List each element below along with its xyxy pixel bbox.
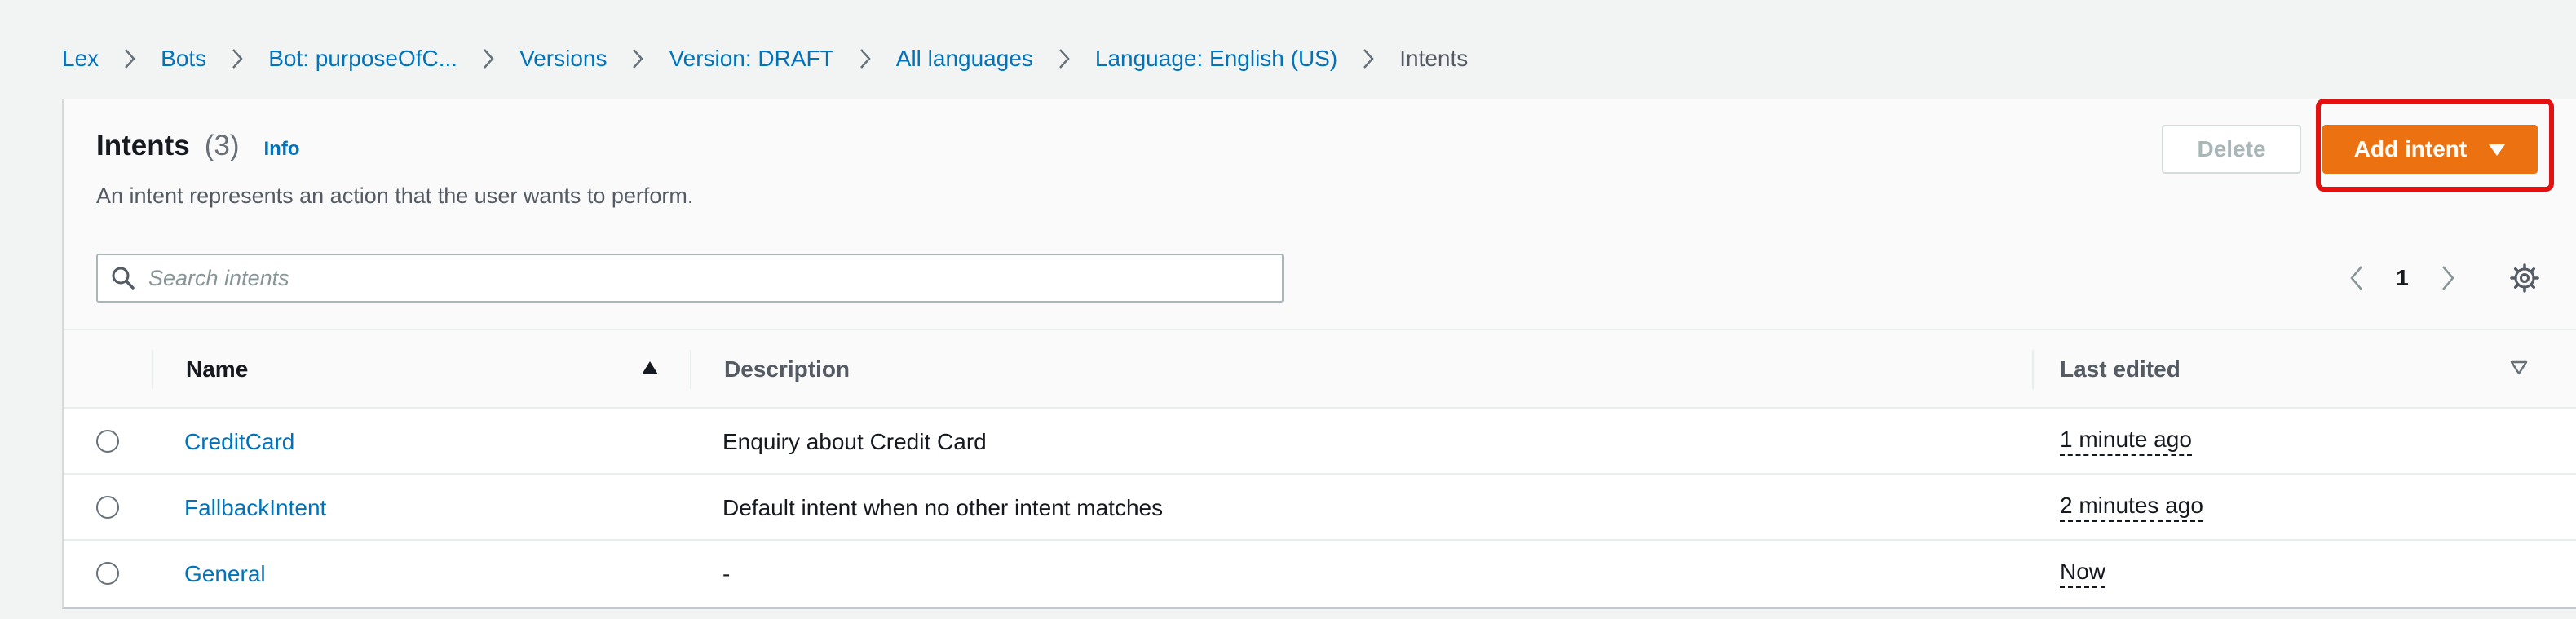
column-divider xyxy=(2032,350,2034,389)
breadcrumb-versions[interactable]: Versions xyxy=(519,46,607,72)
intent-last-edited: Now xyxy=(2060,541,2106,607)
breadcrumb: Lex Bots Bot: purposeOfC... Versions Ver… xyxy=(62,42,1468,75)
page-description: An intent represents an action that the … xyxy=(96,183,694,208)
chevron-right-icon xyxy=(457,47,519,70)
chevron-right-icon xyxy=(1033,47,1095,70)
column-divider xyxy=(690,350,691,389)
row-radio[interactable] xyxy=(96,430,119,453)
search-input[interactable] xyxy=(148,265,1282,291)
intent-name-link[interactable]: FallbackIntent xyxy=(184,475,326,541)
table-header: Name Description Last edited xyxy=(64,329,2576,409)
breadcrumb-version[interactable]: Version: DRAFT xyxy=(669,46,833,72)
intents-panel: Intents (3) Info An intent represents an… xyxy=(62,99,2576,609)
column-header-name[interactable]: Name xyxy=(186,330,248,409)
table-row[interactable]: General - Now xyxy=(64,541,2576,607)
breadcrumb-bot[interactable]: Bot: purposeOfC... xyxy=(268,46,457,72)
intent-count: (3) xyxy=(204,130,240,161)
row-radio[interactable] xyxy=(96,496,119,519)
breadcrumb-language[interactable]: Language: English (US) xyxy=(1095,46,1337,72)
caret-down-icon xyxy=(2488,136,2506,162)
gear-icon[interactable] xyxy=(2505,259,2544,298)
breadcrumb-lex[interactable]: Lex xyxy=(62,46,99,72)
search-icon xyxy=(98,266,148,290)
chevron-right-icon xyxy=(99,47,161,70)
chevron-right-icon xyxy=(834,47,896,70)
info-link[interactable]: Info xyxy=(264,138,300,161)
current-page-number[interactable]: 1 xyxy=(2383,265,2422,291)
page-title: Intents xyxy=(96,130,190,161)
intent-description: - xyxy=(722,560,731,586)
intent-last-edited: 1 minute ago xyxy=(2060,409,2192,475)
column-header-description[interactable]: Description xyxy=(724,330,850,409)
column-divider xyxy=(152,350,153,389)
sort-descending-icon[interactable] xyxy=(2510,360,2528,380)
sort-ascending-icon[interactable] xyxy=(641,360,659,380)
breadcrumb-all-languages[interactable]: All languages xyxy=(896,46,1033,72)
search-box xyxy=(96,254,1284,303)
last-edited-text: 1 minute ago xyxy=(2060,427,2192,456)
intent-last-edited: 2 minutes ago xyxy=(2060,475,2203,541)
column-header-last-edited[interactable]: Last edited xyxy=(2060,330,2181,409)
intent-description: Default intent when no other intent matc… xyxy=(722,494,1164,520)
next-page-button[interactable] xyxy=(2422,265,2474,291)
panel-header: Intents (3) Info An intent represents an… xyxy=(64,99,2576,329)
breadcrumb-intents: Intents xyxy=(1399,46,1469,71)
pagination: 1 xyxy=(2331,259,2474,298)
chevron-right-icon xyxy=(607,47,669,70)
delete-button[interactable]: Delete xyxy=(2162,125,2301,174)
intent-name-link[interactable]: General xyxy=(184,541,266,607)
previous-page-button[interactable] xyxy=(2331,265,2383,291)
intent-description: Enquiry about Credit Card xyxy=(722,428,987,454)
table-row[interactable]: CreditCard Enquiry about Credit Card 1 m… xyxy=(64,409,2576,475)
add-intent-button[interactable]: Add intent xyxy=(2322,125,2538,174)
row-radio[interactable] xyxy=(96,562,119,585)
chevron-right-icon xyxy=(206,47,268,70)
last-edited-text: Now xyxy=(2060,559,2106,588)
add-intent-label: Add intent xyxy=(2353,136,2468,161)
title-row: Intents (3) Info xyxy=(96,130,300,162)
intent-name-link[interactable]: CreditCard xyxy=(184,409,294,475)
breadcrumb-bots[interactable]: Bots xyxy=(161,46,206,72)
table-row[interactable]: FallbackIntent Default intent when no ot… xyxy=(64,475,2576,541)
last-edited-text: 2 minutes ago xyxy=(2060,493,2203,522)
chevron-right-icon xyxy=(1337,47,1399,70)
